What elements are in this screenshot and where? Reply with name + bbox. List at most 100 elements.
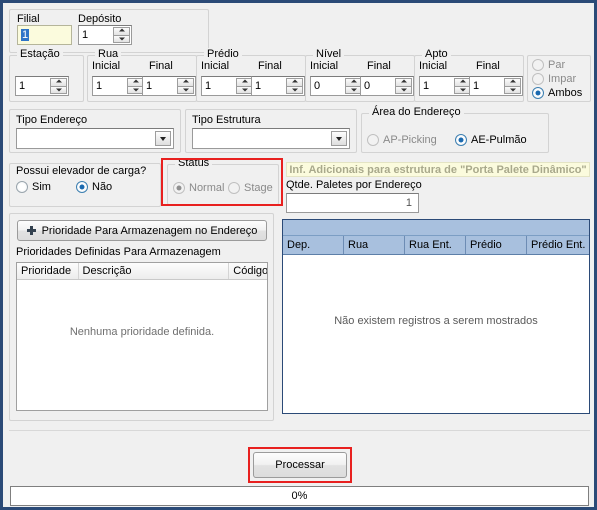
elevador-question: Possui elevador de carga? — [16, 165, 147, 177]
tipo-endereco-combo[interactable] — [16, 128, 174, 149]
nivel-title: Nível — [313, 48, 345, 60]
enderecos-data-grid[interactable]: Dep. Rua Rua Ent. Prédio Prédio Ent. Não… — [282, 219, 590, 414]
data-grid-header: Dep. Rua Rua Ent. Prédio Prédio Ent. — [283, 236, 589, 255]
apto-title: Apto — [422, 48, 451, 60]
qtde-paletes-input[interactable]: 1 — [286, 193, 419, 213]
qtde-paletes-label: Qtde. Paletes por Endereço — [286, 179, 422, 191]
tipo-estrutura-combo[interactable] — [192, 128, 350, 149]
prioridades-grid-header: Prioridade Descrição Código — [17, 263, 267, 280]
deposito-spinner-buttons[interactable] — [113, 27, 130, 43]
radio-dot-icon — [228, 182, 240, 194]
column-dep[interactable]: Dep. — [283, 236, 344, 254]
spin-down-icon[interactable] — [177, 85, 194, 94]
chevron-down-icon[interactable] — [331, 131, 347, 146]
filial-value: 1 — [21, 29, 30, 41]
radio-ambos-label: Ambos — [548, 87, 583, 99]
estacao-spinner-buttons[interactable] — [50, 78, 67, 94]
predio-final-spinner[interactable]: 1 — [251, 76, 305, 96]
rua-inicial-value: 1 — [96, 80, 103, 92]
predio-title: Prédio — [204, 48, 242, 60]
filial-label: Filial — [17, 13, 40, 25]
estacao-spinner[interactable]: 1 — [15, 76, 69, 96]
spin-up-icon[interactable] — [50, 78, 67, 86]
apto-inicial-spinner[interactable]: 1 — [419, 76, 473, 96]
radio-elevador-sim[interactable]: Sim — [16, 181, 51, 193]
radio-status-stage[interactable]: Stage — [228, 182, 273, 194]
radio-ae-pulmao[interactable]: AE-Pulmão — [455, 134, 527, 146]
apto-final-value: 1 — [473, 80, 480, 92]
radio-dot-icon — [173, 182, 185, 194]
chevron-down-icon[interactable] — [155, 131, 171, 146]
column-predio[interactable]: Prédio — [466, 236, 527, 254]
nivel-inicial-value: 0 — [314, 80, 321, 92]
add-prioridade-label: Prioridade Para Armazenagem no Endereço — [41, 224, 258, 237]
spin-down-icon[interactable] — [286, 85, 303, 94]
estacao-value: 1 — [19, 80, 26, 92]
prioridades-list-label: Prioridades Definidas Para Armazenagem — [16, 246, 221, 258]
tipo-estrutura-label: Tipo Estrutura — [192, 114, 261, 126]
process-button[interactable]: Processar — [253, 452, 347, 478]
qtde-paletes-value: 1 — [405, 197, 412, 209]
apto-final-spinner[interactable]: 1 — [469, 76, 523, 96]
radio-status-normal[interactable]: Normal — [173, 182, 224, 194]
radio-impar[interactable]: Impar — [532, 73, 576, 85]
column-rua-ent[interactable]: Rua Ent. — [405, 236, 466, 254]
column-codigo[interactable]: Código — [229, 263, 267, 279]
data-grid-top-band — [283, 220, 589, 236]
column-predio-ent[interactable]: Prédio Ent. — [527, 236, 589, 254]
tipo-endereco-label: Tipo Endereço — [16, 114, 88, 126]
radio-dot-icon — [76, 181, 88, 193]
deposito-value: 1 — [82, 29, 89, 41]
nivel-final-spinner[interactable]: 0 — [360, 76, 414, 96]
nivel-inicial-spinner[interactable]: 0 — [310, 76, 364, 96]
radio-elevador-nao[interactable]: Não — [76, 181, 112, 193]
apto-inicial-label: Inicial — [419, 60, 448, 72]
radio-ap-picking[interactable]: AP-Picking — [367, 134, 437, 146]
spin-up-icon[interactable] — [113, 27, 130, 35]
radio-impar-label: Impar — [548, 73, 577, 85]
deposito-spinner[interactable]: 1 — [78, 25, 132, 45]
spin-up-icon[interactable] — [504, 78, 521, 86]
rua-final-spinner-buttons[interactable] — [177, 78, 194, 94]
predio-inicial-spinner[interactable]: 1 — [201, 76, 255, 96]
rua-final-value: 1 — [146, 80, 153, 92]
column-rua[interactable]: Rua — [344, 236, 405, 254]
filial-input[interactable]: 1 — [17, 25, 72, 45]
rua-inicial-label: Inicial — [92, 60, 121, 72]
area-endereco-group: Área do Endereço — [361, 106, 549, 153]
spin-down-icon[interactable] — [395, 85, 412, 94]
rua-final-spinner[interactable]: 1 — [142, 76, 196, 96]
rua-inicial-spinner[interactable]: 1 — [92, 76, 146, 96]
process-button-label: Processar — [275, 459, 325, 471]
spin-down-icon[interactable] — [113, 34, 130, 43]
status-title: Status — [175, 157, 213, 169]
nivel-final-spinner-buttons[interactable] — [395, 78, 412, 94]
predio-inicial-label: Inicial — [201, 60, 230, 72]
apto-final-spinner-buttons[interactable] — [504, 78, 521, 94]
radio-dot-icon — [16, 181, 28, 193]
apto-final-label: Final — [476, 60, 500, 72]
column-prioridade[interactable]: Prioridade — [17, 263, 79, 279]
spin-up-icon[interactable] — [286, 78, 303, 86]
radio-status-normal-label: Normal — [189, 182, 225, 194]
radio-dot-icon — [532, 59, 544, 71]
radio-ap-picking-label: AP-Picking — [383, 134, 437, 146]
inf-adicionais-banner: Inf. Adicionais para estrutura de "Porta… — [286, 162, 590, 177]
radio-ambos[interactable]: Ambos — [532, 87, 582, 99]
spin-down-icon[interactable] — [50, 85, 67, 94]
spin-down-icon[interactable] — [504, 85, 521, 94]
spin-up-icon[interactable] — [177, 78, 194, 86]
prioridades-grid[interactable]: Prioridade Descrição Código Nenhuma prio… — [16, 262, 268, 411]
column-descricao[interactable]: Descrição — [79, 263, 230, 279]
predio-final-value: 1 — [255, 80, 262, 92]
predio-final-label: Final — [258, 60, 282, 72]
rua-final-label: Final — [149, 60, 173, 72]
add-prioridade-button[interactable]: Prioridade Para Armazenagem no Endereço — [17, 220, 267, 241]
radio-elevador-sim-label: Sim — [32, 181, 51, 193]
spin-up-icon[interactable] — [395, 78, 412, 86]
predio-final-spinner-buttons[interactable] — [286, 78, 303, 94]
radio-par[interactable]: Par — [532, 59, 565, 71]
plus-icon — [26, 226, 36, 235]
radio-dot-icon — [455, 134, 467, 146]
radio-dot-icon — [532, 73, 544, 85]
